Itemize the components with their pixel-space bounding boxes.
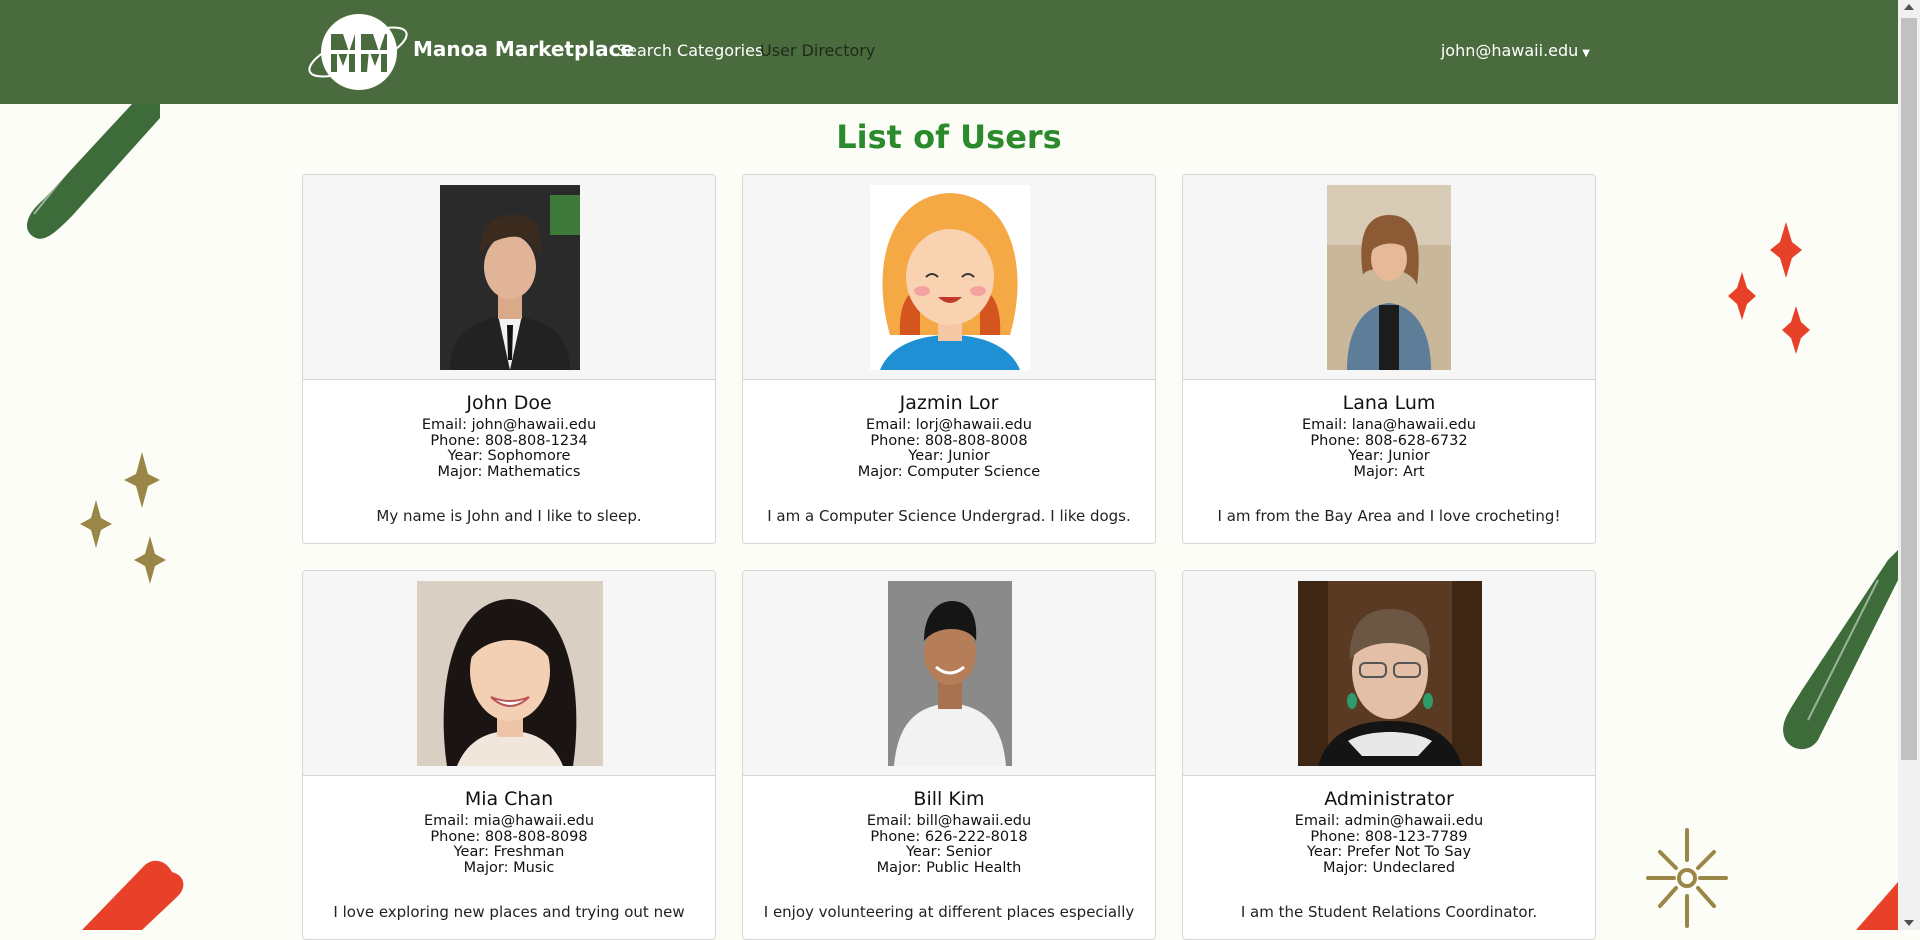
navbar: Manoa Marketplace Search Categories User…: [0, 0, 1898, 104]
user-phone: Phone: 808-808-8098: [430, 828, 588, 845]
red-sparkles-icon: [1728, 222, 1810, 354]
user-year: Year: Senior: [905, 844, 993, 860]
user-phone: Phone: 808-808-8008: [870, 432, 1028, 449]
user-bio: My name is John and I like to sleep.: [376, 507, 642, 525]
scrollbar-thumb[interactable]: [1901, 18, 1917, 760]
green-brush-stroke-right: [1783, 550, 1898, 750]
red-brush-stroke-bottom-left: [82, 860, 184, 930]
user-major: Major: Music: [463, 859, 555, 876]
photo-area: [303, 175, 715, 380]
photo-area: [303, 571, 715, 776]
nav-user-directory[interactable]: User Directory: [760, 41, 875, 60]
user-card: Jazmin Lor Email: lorj@hawaii.edu Phone:…: [742, 174, 1156, 544]
user-bio: I am from the Bay Area and I love croche…: [1217, 507, 1561, 525]
user-year: Year: Prefer Not To Say: [1306, 844, 1472, 860]
user-card: John Doe Email: john@hawaii.edu Phone: 8…: [302, 174, 716, 544]
user-phone: Phone: 808-123-7789: [1310, 828, 1468, 845]
user-name: Administrator: [1324, 788, 1454, 810]
user-major: Major: Undeclared: [1322, 859, 1456, 876]
user-email: Email: mia@hawaii.edu: [423, 813, 595, 829]
nav-search-categories[interactable]: Search Categories: [617, 41, 763, 60]
page-title: List of Users: [836, 118, 1062, 156]
user-name: Bill Kim: [913, 788, 985, 810]
user-photo: [417, 581, 603, 766]
gold-sparkles-icon: [80, 452, 166, 584]
user-bio: I am the Student Relations Coordinator.: [1240, 903, 1538, 921]
user-name: Jazmin Lor: [899, 392, 999, 414]
user-email: Email: admin@hawaii.edu: [1294, 813, 1484, 829]
user-photo: [1298, 581, 1482, 766]
user-year: Year: Junior: [908, 448, 990, 464]
user-year: Year: Freshman: [453, 844, 565, 860]
brand-title[interactable]: Manoa Marketplace: [413, 37, 634, 61]
user-major: Major: Mathematics: [437, 463, 581, 480]
gold-sun-icon: [1646, 828, 1728, 928]
user-email: Email: lana@hawaii.edu: [1301, 417, 1476, 433]
user-bio: I enjoy volunteering at different places…: [763, 903, 1135, 921]
user-email: Email: bill@hawaii.edu: [866, 813, 1032, 829]
user-photo: [440, 185, 580, 370]
user-card: Administrator Email: admin@hawaii.edu Ph…: [1182, 570, 1596, 940]
user-card: Lana Lum Email: lana@hawaii.edu Phone: 8…: [1182, 174, 1596, 544]
scroll-up-arrow-icon[interactable]: [1904, 4, 1914, 10]
scroll-down-arrow-icon[interactable]: [1904, 920, 1914, 926]
scrollbar[interactable]: [1898, 0, 1920, 930]
photo-area: [1183, 175, 1595, 380]
user-card: Bill Kim Email: bill@hawaii.edu Phone: 6…: [742, 570, 1156, 940]
manoa-marketplace-logo[interactable]: [303, 10, 413, 95]
user-photo: [888, 581, 1012, 766]
user-bio: I am a Computer Science Undergrad. I lik…: [767, 507, 1131, 525]
user-email: Email: john@hawaii.edu: [421, 417, 597, 433]
photo-area: [743, 175, 1155, 380]
user-phone: Phone: 808-808-1234: [430, 432, 588, 449]
user-major: Major: Art: [1353, 463, 1425, 480]
user-phone: Phone: 626-222-8018: [870, 828, 1028, 845]
user-bio: I love exploring new places and trying o…: [333, 903, 685, 921]
user-year: Year: Sophomore: [447, 448, 571, 464]
red-corner-shape: [1856, 882, 1898, 930]
user-major: Major: Computer Science: [857, 463, 1041, 480]
user-card: Mia Chan Email: mia@hawaii.edu Phone: 80…: [302, 570, 716, 940]
user-photo: [870, 185, 1030, 370]
user-name: Mia Chan: [464, 788, 554, 810]
user-name: John Doe: [466, 392, 552, 414]
user-year: Year: Junior: [1348, 448, 1430, 464]
photo-area: [743, 571, 1155, 776]
caret-down-icon: ▼: [1582, 48, 1590, 59]
user-major: Major: Public Health: [876, 859, 1022, 876]
user-phone: Phone: 808-628-6732: [1310, 432, 1468, 449]
user-dropdown[interactable]: john@hawaii.edu ▼: [1441, 41, 1590, 60]
user-email: Email: lorj@hawaii.edu: [866, 417, 1032, 433]
photo-area: [1183, 571, 1595, 776]
user-photo: [1327, 185, 1451, 370]
user-email: john@hawaii.edu: [1440, 41, 1579, 60]
user-name: Lana Lum: [1342, 392, 1436, 414]
